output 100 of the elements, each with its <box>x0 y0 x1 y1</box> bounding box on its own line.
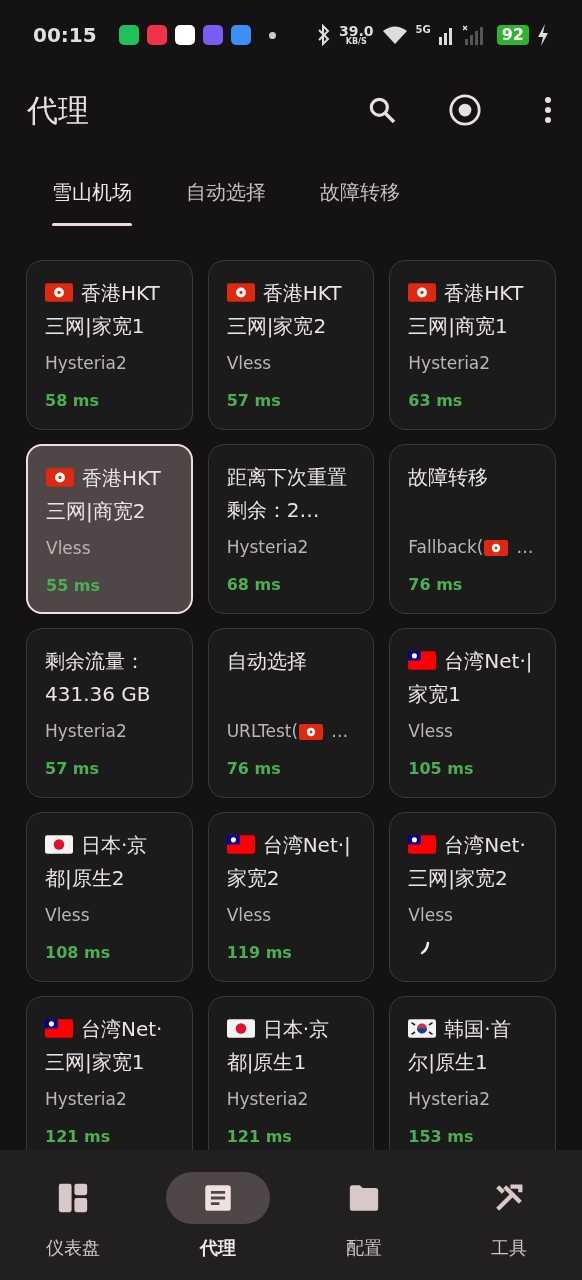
battery-level: 92 <box>496 25 529 45</box>
proxy-type: Vless <box>226 904 273 927</box>
proxy-type: Fallback( … <box>408 536 535 559</box>
proxy-card[interactable]: 剩余流量：431.36 GB Hysteria2 57 ms <box>26 628 193 798</box>
proxy-name: 自动选择 <box>226 648 308 675</box>
flag-icon <box>45 835 73 854</box>
proxy-name: 香港HKT三网|商宽2 <box>46 465 162 525</box>
nav-item[interactable]: 工具 <box>436 1172 582 1280</box>
speed-unit: KB/S <box>345 38 367 46</box>
proxy-type: Vless <box>408 904 454 927</box>
flag-icon <box>45 1019 73 1038</box>
flag-icon <box>299 723 324 740</box>
tab[interactable]: 雪山机场 <box>30 150 154 234</box>
flag-icon <box>45 283 73 302</box>
latency: 68 ms <box>226 573 282 596</box>
proxy-name: 韩国·首尔|原生1 <box>408 1016 512 1076</box>
flag-icon <box>46 468 74 487</box>
signal-icon <box>438 25 455 45</box>
charging-icon <box>537 24 549 46</box>
proxy-name: 台湾Net·|家宽1 <box>408 648 534 708</box>
page-title: 代理 <box>27 90 90 130</box>
proxy-card[interactable]: 距离下次重置剩余：2… Hysteria2 68 ms <box>207 444 375 614</box>
flag-icon <box>408 835 437 854</box>
latency: 153 ms <box>408 1125 475 1148</box>
flag-icon <box>226 835 255 854</box>
latency: 57 ms <box>226 389 282 412</box>
nav-label: 工具 <box>491 1236 528 1260</box>
proxy-type: Vless <box>46 537 92 560</box>
app-notification-icon <box>174 25 195 45</box>
network-speed: 39.0 <box>339 24 374 38</box>
nav-item[interactable]: 代理 <box>145 1172 291 1280</box>
latency: 76 ms <box>226 757 282 780</box>
flag-icon <box>408 283 437 302</box>
nav-label: 仪表盘 <box>45 1236 100 1260</box>
proxy-type: Hysteria2 <box>45 352 128 375</box>
app-notification-icon <box>202 25 223 45</box>
latency: 108 ms <box>45 941 112 964</box>
proxy-type: Hysteria2 <box>408 352 492 375</box>
no-signal-icon <box>462 25 485 45</box>
proxy-card[interactable]: 台湾Net·|家宽2 Vless 119 ms <box>207 812 375 982</box>
proxy-name: 香港HKT三网|家宽2 <box>226 280 343 340</box>
proxy-card[interactable]: 故障转移 Fallback( … 76 ms <box>389 444 556 614</box>
proxy-card[interactable]: 香港HKT三网|商宽1 Hysteria2 63 ms <box>389 260 556 430</box>
nav-label: 代理 <box>200 1236 237 1260</box>
proxy-name: 距离下次重置剩余：2… <box>226 464 348 524</box>
flag-icon <box>408 1019 437 1038</box>
bluetooth-icon <box>317 24 331 46</box>
proxy-name: 台湾Net·三网|家宽1 <box>45 1016 164 1076</box>
proxy-name: 日本·京都|原生1 <box>226 1016 330 1076</box>
latency: 58 ms <box>45 389 101 412</box>
nav-label: 配置 <box>345 1236 382 1260</box>
latency: 121 ms <box>226 1125 293 1148</box>
proxy-card[interactable]: 台湾Net·|家宽1 Vless 105 ms <box>389 628 556 798</box>
wifi-icon <box>381 25 408 45</box>
proxy-name: 故障转移 <box>408 464 490 491</box>
tab[interactable]: 故障转移 <box>298 150 422 234</box>
proxy-type: URLTest( … <box>226 720 350 743</box>
proxy-card[interactable]: 日本·京都|原生2 Vless 108 ms <box>26 812 193 982</box>
proxy-type: Hysteria2 <box>226 536 310 559</box>
proxy-name: 台湾Net·|家宽2 <box>226 832 352 892</box>
proxy-name: 剩余流量：431.36 GB <box>45 648 152 708</box>
proxy-type: Hysteria2 <box>45 1088 128 1111</box>
proxy-type: Vless <box>408 720 454 743</box>
flag-icon <box>408 651 437 670</box>
proxy-type: Vless <box>226 352 273 375</box>
proxy-name: 香港HKT三网|家宽1 <box>45 280 161 340</box>
proxy-card[interactable]: 香港HKT三网|商宽2 Vless 55 ms <box>26 444 193 614</box>
nav-item[interactable]: 配置 <box>291 1172 437 1280</box>
proxy-name: 日本·京都|原生2 <box>45 832 149 892</box>
latency: 57 ms <box>45 757 101 780</box>
proxy-type: Vless <box>45 904 91 927</box>
latency: 63 ms <box>408 389 464 412</box>
proxy-type: Hysteria2 <box>45 720 128 743</box>
flag-icon <box>226 283 255 302</box>
latency: 105 ms <box>408 757 475 780</box>
proxy-name: 台湾Net·三网|家宽2 <box>408 832 527 892</box>
network-type: 5G <box>415 23 431 37</box>
app-notification-icon <box>118 25 139 45</box>
proxy-type: Hysteria2 <box>226 1088 310 1111</box>
proxy-card[interactable]: 自动选择 URLTest( … 76 ms <box>207 628 375 798</box>
flag-icon <box>484 539 509 556</box>
proxy-card[interactable]: 日本·京都|原生1 Hysteria2 121 ms <box>207 996 375 1150</box>
more-icon[interactable] <box>544 96 552 124</box>
latency: 121 ms <box>45 1125 112 1148</box>
tab[interactable]: 自动选择 <box>164 150 288 234</box>
proxy-card[interactable]: 韩国·首尔|原生1 Hysteria2 153 ms <box>389 996 556 1150</box>
target-icon[interactable] <box>448 93 482 127</box>
nav-item[interactable]: 仪表盘 <box>0 1172 146 1280</box>
proxy-type: Hysteria2 <box>408 1088 492 1111</box>
proxy-card[interactable]: 香港HKT三网|家宽1 Hysteria2 58 ms <box>26 260 193 430</box>
latency: 119 ms <box>226 941 293 964</box>
proxy-card[interactable]: 台湾Net·三网|家宽2 Vless <box>389 812 556 982</box>
proxy-card[interactable]: 香港HKT三网|家宽2 Vless 57 ms <box>207 260 375 430</box>
latency: 55 ms <box>46 574 102 597</box>
proxy-card[interactable]: 台湾Net·三网|家宽1 Hysteria2 121 ms <box>26 996 193 1150</box>
latency: 76 ms <box>408 573 464 596</box>
proxy-name: 香港HKT三网|商宽1 <box>408 280 525 340</box>
flag-icon <box>226 1019 255 1038</box>
status-time: 00:15 <box>33 22 97 49</box>
app-notification-icon <box>146 25 167 45</box>
